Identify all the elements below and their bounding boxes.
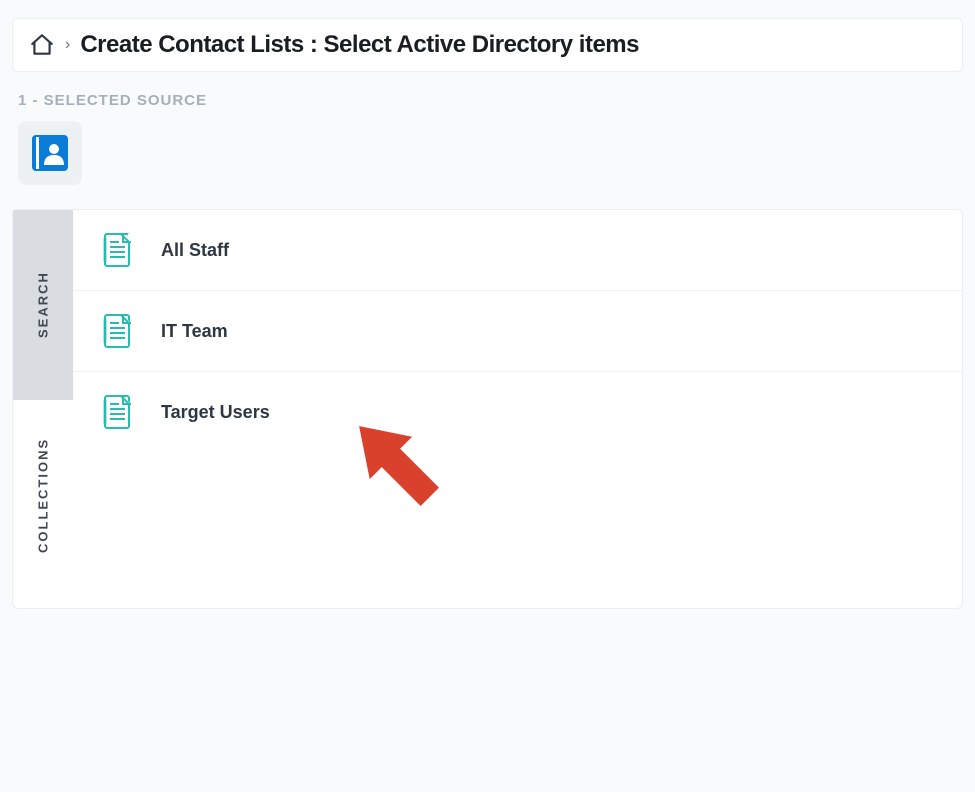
side-tabs: SEARCH COLLECTIONS — [13, 210, 73, 608]
list-item[interactable]: IT Team — [73, 291, 962, 372]
breadcrumb: › Create Contact Lists : Select Active D… — [12, 18, 963, 72]
document-icon — [103, 313, 133, 349]
main-panel: SEARCH COLLECTIONS All Staff — [12, 209, 963, 609]
tab-search-label: SEARCH — [36, 272, 51, 339]
document-icon — [103, 394, 133, 430]
list-item-label: Target Users — [161, 402, 270, 423]
list-item-label: All Staff — [161, 240, 229, 261]
document-icon — [103, 232, 133, 268]
collection-list: All Staff IT Team — [73, 210, 962, 608]
tab-collections-label: COLLECTIONS — [36, 437, 51, 552]
step-label: 1 - SELECTED SOURCE — [18, 92, 963, 109]
list-item[interactable]: Target Users — [73, 372, 962, 452]
chevron-right-icon: › — [65, 36, 70, 54]
list-item[interactable]: All Staff — [73, 210, 962, 291]
selected-source-icon[interactable] — [18, 121, 82, 185]
list-item-label: IT Team — [161, 321, 228, 342]
tab-search[interactable]: SEARCH — [13, 210, 73, 400]
page-title: Create Contact Lists : Select Active Dir… — [80, 31, 639, 59]
home-icon[interactable] — [29, 32, 55, 58]
tab-collections[interactable]: COLLECTIONS — [13, 400, 73, 590]
